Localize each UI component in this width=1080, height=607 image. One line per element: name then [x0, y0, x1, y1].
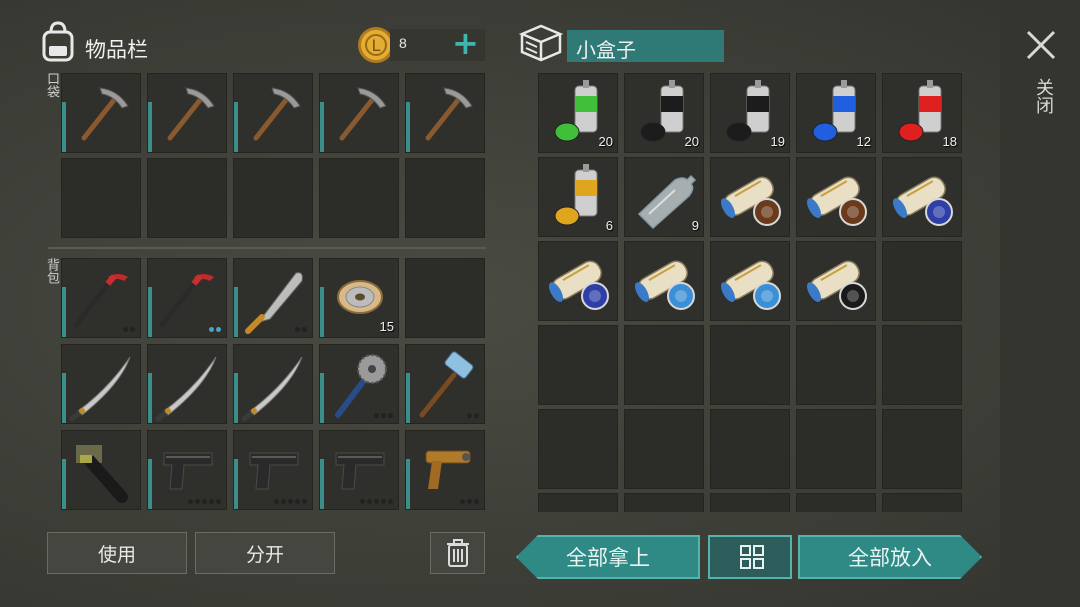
container-grid: 20 20 19 12 18 6 9	[0, 0, 1000, 512]
inventory-slot[interactable]	[710, 241, 790, 321]
take-all-button[interactable]: 全部拿上	[516, 535, 700, 579]
empty-slot[interactable]	[538, 493, 618, 512]
trash-icon	[446, 539, 469, 567]
inventory-slot[interactable]	[882, 157, 962, 237]
inventory-slot[interactable]: 9	[624, 157, 704, 237]
trash-button[interactable]	[430, 532, 485, 574]
empty-slot[interactable]	[882, 325, 962, 405]
inventory-slot[interactable]: 18	[882, 73, 962, 153]
empty-slot[interactable]	[796, 325, 876, 405]
inventory-slot[interactable]	[538, 241, 618, 321]
inventory-slot[interactable]	[624, 241, 704, 321]
empty-slot[interactable]	[710, 325, 790, 405]
empty-slot[interactable]	[882, 493, 962, 512]
inventory-slot[interactable]: 20	[624, 73, 704, 153]
stack-count: 20	[684, 134, 699, 149]
inventory-slot[interactable]	[710, 157, 790, 237]
inventory-slot[interactable]: 6	[538, 157, 618, 237]
inventory-slot[interactable]	[796, 241, 876, 321]
stack-count: 20	[598, 134, 613, 149]
empty-slot[interactable]	[710, 409, 790, 489]
empty-slot[interactable]	[796, 409, 876, 489]
empty-slot[interactable]	[624, 409, 704, 489]
close-button[interactable]	[1024, 28, 1058, 62]
inventory-slot[interactable]: 20	[538, 73, 618, 153]
close-label[interactable]: 关闭	[1030, 78, 1056, 114]
stack-count: 18	[942, 134, 957, 149]
empty-slot[interactable]	[796, 493, 876, 512]
use-button[interactable]: 使用	[47, 532, 187, 574]
split-button[interactable]: 分开	[195, 532, 335, 574]
stack-count: 19	[770, 134, 785, 149]
stack-count: 9	[691, 218, 699, 233]
stack-count: 6	[605, 218, 613, 233]
inventory-slot[interactable]: 19	[710, 73, 790, 153]
empty-slot[interactable]	[710, 493, 790, 512]
empty-slot[interactable]	[538, 325, 618, 405]
inventory-slot[interactable]: 12	[796, 73, 876, 153]
empty-slot[interactable]	[538, 409, 618, 489]
stack-count: 12	[856, 134, 871, 149]
inventory-slot[interactable]	[796, 157, 876, 237]
put-all-button[interactable]: 全部放入	[798, 535, 982, 579]
empty-slot[interactable]	[624, 325, 704, 405]
grid-icon	[740, 545, 764, 569]
empty-slot[interactable]	[882, 409, 962, 489]
close-icon	[1026, 30, 1056, 60]
empty-slot[interactable]	[624, 493, 704, 512]
empty-slot[interactable]	[882, 241, 962, 321]
grid-view-button[interactable]	[708, 535, 792, 579]
